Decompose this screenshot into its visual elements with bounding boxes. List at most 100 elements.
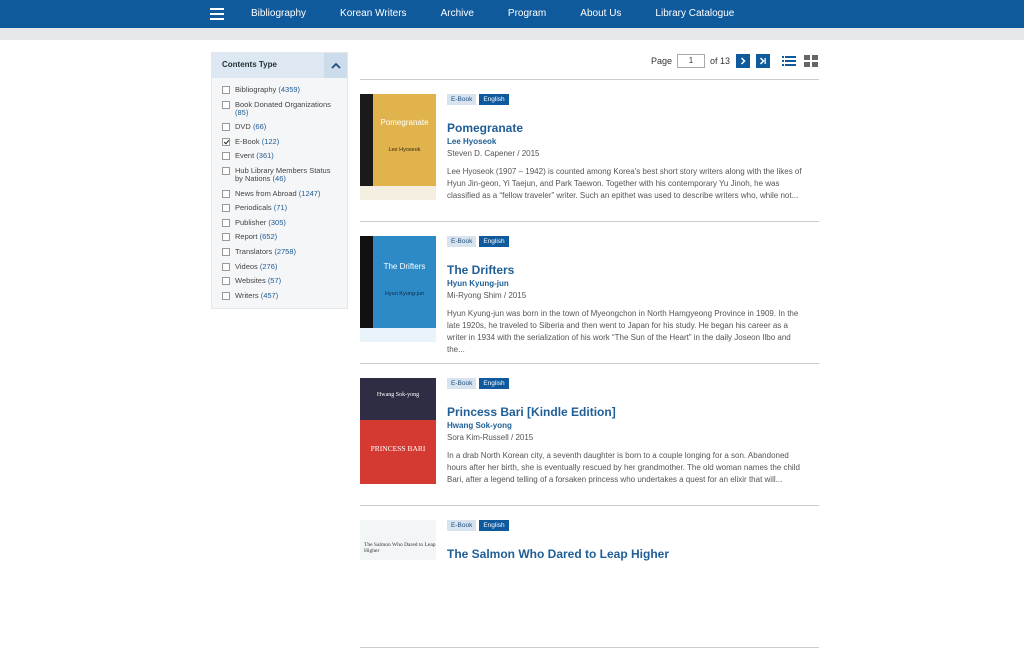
filter-count: (85) (235, 107, 249, 117)
cover-title: PRINCESS BARI (370, 444, 426, 453)
filter-label: DVD (235, 122, 251, 132)
result-description: Lee Hyoseok (1907 – 1942) is counted amo… (447, 167, 802, 200)
filter-list: Bibliography (4359) Book Donated Organiza… (212, 78, 347, 300)
filter-count: (457) (260, 290, 279, 300)
result-author[interactable]: Lee Hyoseok (447, 137, 496, 146)
type-badge: E-Book (447, 236, 477, 247)
nav-program[interactable]: Program (508, 0, 546, 28)
filter-checkbox[interactable] (222, 218, 230, 227)
filter-checkbox[interactable] (222, 100, 230, 109)
nav-bibliography[interactable]: Bibliography (251, 0, 306, 28)
result-item: Hwang Sok-yong PRINCESS BARI E-Book English… (360, 364, 819, 506)
cover-title: Pomegranate (380, 118, 429, 127)
filter-item[interactable]: Book Donated Organizations (85) (212, 100, 347, 117)
book-cover[interactable]: The Drifters Hyun Kyung-jun (360, 236, 436, 342)
filter-checkbox[interactable] (222, 123, 230, 132)
filter-count: (57) (267, 276, 282, 286)
filter-item[interactable]: Writers (457) (212, 290, 347, 300)
results-list: Pomegranate Lee Hyoseok E-Book English Pomeg… (360, 79, 819, 648)
filter-checkbox[interactable] (222, 262, 230, 271)
filter-item[interactable]: Publisher (305) (212, 217, 347, 227)
filter-item[interactable]: Translators (2758) (212, 246, 347, 256)
filter-count: (276) (259, 261, 278, 271)
top-navigation: Bibliography Korean Writers Archive Prog… (0, 0, 1024, 28)
result-title[interactable]: The Drifters (447, 263, 514, 277)
filter-label: Periodicals (235, 203, 272, 213)
language-badge: English (479, 236, 509, 247)
filter-count: (361) (256, 151, 274, 161)
book-cover[interactable]: Pomegranate Lee Hyoseok (360, 94, 436, 200)
filter-count: (1247) (298, 188, 321, 198)
filter-checkbox[interactable] (222, 291, 230, 300)
filter-item[interactable]: Event (361) (212, 151, 347, 161)
filter-item[interactable]: Bibliography (4359) (212, 86, 347, 94)
sub-header-bar (0, 28, 1024, 40)
book-cover[interactable]: The Salmon Who Dared to Leap Higher (360, 520, 436, 560)
result-title[interactable]: The Salmon Who Dared to Leap Higher (447, 547, 669, 561)
menu-icon[interactable] (210, 8, 224, 20)
language-badge: English (479, 378, 509, 389)
page-number-input[interactable]: 1 (676, 54, 705, 68)
grid-view-icon[interactable] (804, 55, 818, 67)
result-description: In a drab North Korean city, a seventh d… (447, 451, 800, 484)
result-description: Hyun Kyung-jun was born in the town of M… (447, 309, 799, 354)
filter-label: News from Abroad (235, 188, 297, 198)
filter-count: (305) (268, 217, 286, 227)
page-total: of 13 (709, 56, 730, 66)
filter-checkbox[interactable] (222, 247, 230, 256)
result-translator: Sora Kim-Russell / 2015 (447, 433, 534, 442)
page-label: Page (650, 56, 672, 66)
nav-about-us[interactable]: About Us (580, 0, 621, 28)
filter-label: Writers (235, 290, 259, 300)
list-view-icon[interactable] (782, 55, 796, 67)
book-cover[interactable]: Hwang Sok-yong PRINCESS BARI (360, 378, 436, 484)
nav-archive[interactable]: Archive (441, 0, 474, 28)
filter-checkbox[interactable] (222, 204, 230, 213)
filter-item[interactable]: E-Book (122) (212, 136, 347, 146)
filter-checkbox[interactable] (222, 166, 230, 175)
result-translator: Steven D. Capener / 2015 (447, 149, 540, 158)
filter-item[interactable]: Websites (57) (212, 276, 347, 286)
tag-list: E-Book English (447, 236, 512, 247)
cover-author: Hwang Sok-yong (376, 392, 420, 398)
result-title[interactable]: Princess Bari [Kindle Edition] (447, 405, 616, 419)
chevron-up-icon[interactable] (324, 53, 347, 78)
filter-label: Event (235, 151, 255, 161)
filter-checkbox[interactable] (222, 277, 230, 286)
cover-author: Hyun Kyung-jun (384, 291, 425, 297)
last-page-icon (759, 57, 766, 65)
filter-label: Bibliography (235, 85, 277, 94)
last-page-button[interactable] (756, 54, 770, 68)
filter-count: (71) (273, 203, 288, 213)
filter-checkbox[interactable] (222, 152, 230, 161)
nav-korean-writers[interactable]: Korean Writers (340, 0, 407, 28)
chevron-right-icon (740, 57, 746, 65)
result-item: The Drifters Hyun Kyung-jun E-Book English T… (360, 222, 819, 364)
result-item: Pomegranate Lee Hyoseok E-Book English Pomeg… (360, 80, 819, 222)
filter-item[interactable]: DVD (66) (212, 122, 347, 132)
type-badge: E-Book (447, 378, 477, 389)
nav-library-catalogue[interactable]: Library Catalogue (655, 0, 734, 28)
result-title[interactable]: Pomegranate (447, 121, 523, 135)
filter-header: Contents Type (212, 53, 347, 78)
filter-item[interactable]: News from Abroad (1247) (212, 188, 347, 198)
filter-label: Websites (235, 276, 266, 286)
filter-checkbox[interactable] (222, 233, 230, 242)
next-page-button[interactable] (736, 54, 750, 68)
result-author[interactable]: Hwang Sok-yong (447, 421, 512, 430)
cover-author: Lee Hyoseok (388, 147, 421, 153)
filter-label: E-Book (235, 136, 260, 146)
pagination: Page 1 of 13 (651, 53, 818, 69)
filter-item[interactable]: Report (652) (212, 233, 347, 242)
result-author[interactable]: Hyun Kyung-jun (447, 279, 509, 288)
filter-count: (122) (261, 136, 280, 146)
filter-label: Translators (235, 246, 273, 256)
filter-count: (66) (252, 122, 267, 132)
filter-checkbox[interactable] (222, 189, 230, 198)
type-badge: E-Book (447, 94, 477, 105)
filter-item[interactable]: Periodicals (71) (212, 203, 347, 213)
filter-item[interactable]: Hub Library Members Status by Nations (4… (212, 166, 347, 183)
filter-item[interactable]: Videos (276) (212, 261, 347, 271)
filter-checkbox[interactable] (222, 137, 230, 146)
filter-checkbox[interactable] (222, 86, 230, 94)
